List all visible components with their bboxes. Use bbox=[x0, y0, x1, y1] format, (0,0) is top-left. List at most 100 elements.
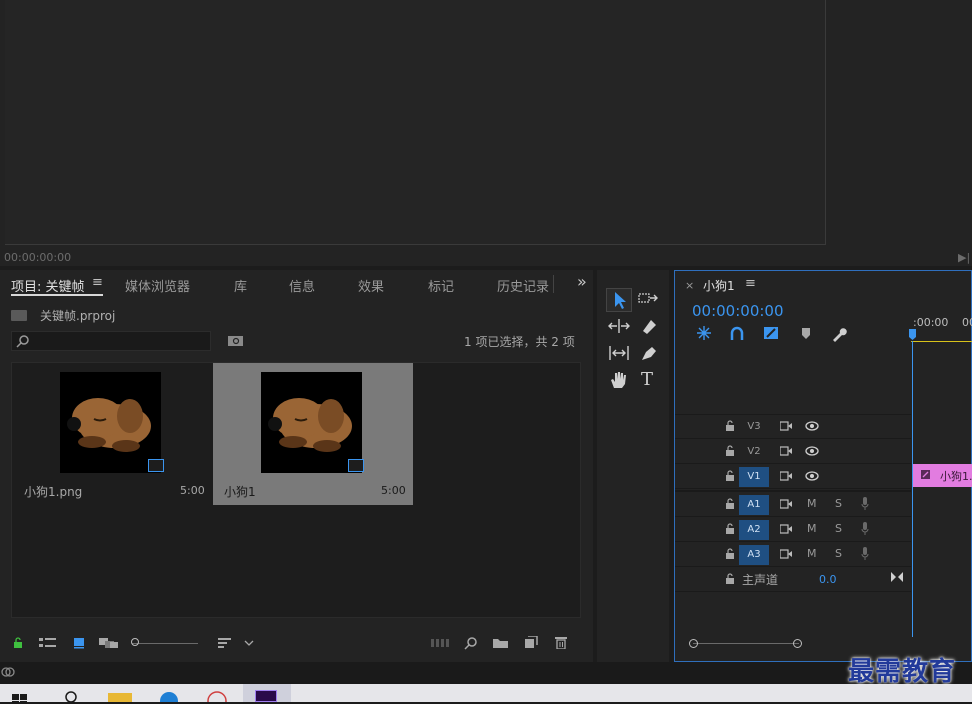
ripple-edit-tool-icon[interactable] bbox=[608, 317, 630, 335]
snap-magnet-icon[interactable] bbox=[729, 326, 745, 342]
sort-icon[interactable] bbox=[218, 637, 232, 649]
search-input[interactable] bbox=[11, 331, 211, 351]
selection-tool-button[interactable] bbox=[606, 288, 632, 312]
slip-tool-icon[interactable] bbox=[608, 344, 630, 362]
list-view-icon[interactable] bbox=[39, 637, 57, 649]
ruler-label: 00 bbox=[962, 316, 972, 329]
sequence-tab[interactable]: 小狗1 bbox=[703, 277, 735, 294]
scroll-handle-right[interactable] bbox=[793, 639, 802, 648]
trash-icon[interactable] bbox=[555, 636, 567, 649]
item-duration: 5:00 bbox=[381, 484, 406, 497]
thumbnail-dog-image bbox=[261, 372, 362, 473]
sync-lock-icon[interactable] bbox=[780, 446, 792, 456]
solo-button[interactable]: S bbox=[835, 547, 842, 560]
new-bin-icon[interactable] bbox=[493, 637, 509, 649]
find-icon[interactable] bbox=[464, 636, 478, 650]
tab-divider bbox=[553, 275, 554, 293]
monitor-step-icon[interactable]: ▶| bbox=[958, 251, 970, 264]
tab-media-browser[interactable]: 媒体浏览器 bbox=[125, 276, 190, 295]
close-icon[interactable]: × bbox=[685, 279, 694, 292]
timeline-menu-icon[interactable]: ≡ bbox=[745, 276, 756, 291]
program-monitor-video[interactable] bbox=[5, 0, 826, 245]
hand-tool-icon[interactable] bbox=[608, 370, 630, 390]
project-panel: 项目: 关键帧 ≡ 媒体浏览器 库 信息 效果 标记 历史记录 » 关键帧.pr… bbox=[0, 270, 593, 662]
eye-icon[interactable] bbox=[805, 471, 819, 481]
track-lock-icon[interactable] bbox=[725, 523, 735, 535]
wrench-icon[interactable] bbox=[831, 326, 847, 342]
tab-history[interactable]: 历史记录 bbox=[497, 276, 549, 295]
image-clip-badge-icon bbox=[148, 459, 164, 472]
tab-effects[interactable]: 效果 bbox=[358, 276, 384, 295]
find-bin-icon[interactable] bbox=[228, 335, 244, 347]
solo-button[interactable]: S bbox=[835, 497, 842, 510]
tools-panel: T bbox=[597, 270, 669, 662]
track-lock-icon[interactable] bbox=[725, 573, 735, 585]
scroll-handle-left[interactable] bbox=[689, 639, 698, 648]
new-item-icon[interactable] bbox=[524, 636, 538, 649]
zoom-slider-track[interactable] bbox=[132, 643, 198, 644]
sync-lock-icon[interactable] bbox=[780, 524, 792, 534]
nest-toggle-icon[interactable] bbox=[696, 325, 712, 341]
icon-view-icon[interactable] bbox=[73, 637, 85, 649]
tab-project[interactable]: 项目: 关键帧 bbox=[11, 276, 85, 295]
microphone-icon[interactable] bbox=[861, 497, 869, 511]
search-icon bbox=[16, 335, 29, 348]
linked-selection-icon[interactable] bbox=[763, 325, 779, 341]
mute-button[interactable]: M bbox=[807, 547, 817, 560]
work-area-bar[interactable] bbox=[911, 341, 972, 342]
eye-icon[interactable] bbox=[805, 446, 819, 456]
app-icon[interactable] bbox=[206, 690, 228, 702]
sync-lock-icon[interactable] bbox=[780, 421, 792, 431]
taskbar-premiere-active[interactable] bbox=[243, 684, 291, 702]
freeform-view-icon[interactable] bbox=[99, 637, 119, 649]
go-to-edit-icon[interactable] bbox=[891, 572, 903, 582]
add-marker-icon[interactable] bbox=[800, 327, 812, 341]
more-tabs-icon[interactable]: » bbox=[577, 272, 587, 291]
panel-menu-icon[interactable]: ≡ bbox=[92, 275, 103, 290]
track-name[interactable]: V1 bbox=[739, 467, 769, 487]
automate-to-sequence-icon[interactable] bbox=[431, 638, 449, 648]
file-explorer-icon[interactable] bbox=[108, 693, 132, 702]
tab-markers[interactable]: 标记 bbox=[428, 276, 454, 295]
timeline-timecode[interactable]: 00:00:00:00 bbox=[692, 302, 784, 320]
edge-browser-icon[interactable] bbox=[158, 690, 180, 702]
track-name[interactable]: V2 bbox=[739, 442, 769, 462]
master-volume-value[interactable]: 0.0 bbox=[819, 573, 837, 586]
timeline-scroll-track[interactable] bbox=[693, 643, 799, 644]
track-lock-icon[interactable] bbox=[725, 470, 735, 482]
microphone-icon[interactable] bbox=[861, 522, 869, 536]
track-name[interactable]: V3 bbox=[739, 417, 769, 437]
tab-info[interactable]: 信息 bbox=[289, 276, 315, 295]
track-lock-icon[interactable] bbox=[725, 420, 735, 432]
taskbar bbox=[0, 684, 972, 704]
microphone-icon[interactable] bbox=[861, 547, 869, 561]
track-lock-icon[interactable] bbox=[725, 445, 735, 457]
razor-tool-icon[interactable] bbox=[638, 317, 660, 335]
sync-lock-icon[interactable] bbox=[780, 471, 792, 481]
eye-icon[interactable] bbox=[805, 421, 819, 431]
mute-button[interactable]: M bbox=[807, 522, 817, 535]
track-a2: A2 M S bbox=[675, 517, 911, 542]
chevron-down-icon[interactable] bbox=[244, 639, 254, 647]
tab-library[interactable]: 库 bbox=[234, 276, 247, 295]
track-name[interactable]: A1 bbox=[739, 495, 769, 515]
sync-lock-icon[interactable] bbox=[780, 499, 792, 509]
pen-tool-icon[interactable] bbox=[638, 344, 660, 362]
creative-cloud-icon[interactable] bbox=[1, 666, 15, 678]
solo-button[interactable]: S bbox=[835, 522, 842, 535]
zoom-slider-handle[interactable] bbox=[131, 638, 139, 646]
timeline-clip[interactable]: 小狗1.p bbox=[913, 464, 972, 487]
track-name[interactable]: A3 bbox=[739, 545, 769, 565]
track-lock-icon[interactable] bbox=[725, 548, 735, 560]
lock-icon[interactable] bbox=[12, 637, 24, 649]
track-select-tool-icon[interactable] bbox=[638, 290, 660, 308]
track-lock-icon[interactable] bbox=[725, 498, 735, 510]
playhead-handle[interactable] bbox=[909, 329, 917, 341]
selection-status: 1 项已选择，共 2 项 bbox=[464, 335, 575, 349]
project-item-png[interactable]: 小狗1.png 5:00 bbox=[12, 363, 212, 505]
mute-button[interactable]: M bbox=[807, 497, 817, 510]
project-item-sequence[interactable]: 小狗1 5:00 bbox=[213, 363, 413, 505]
sync-lock-icon[interactable] bbox=[780, 549, 792, 559]
type-tool-icon[interactable]: T bbox=[641, 369, 653, 390]
track-name[interactable]: A2 bbox=[739, 520, 769, 540]
